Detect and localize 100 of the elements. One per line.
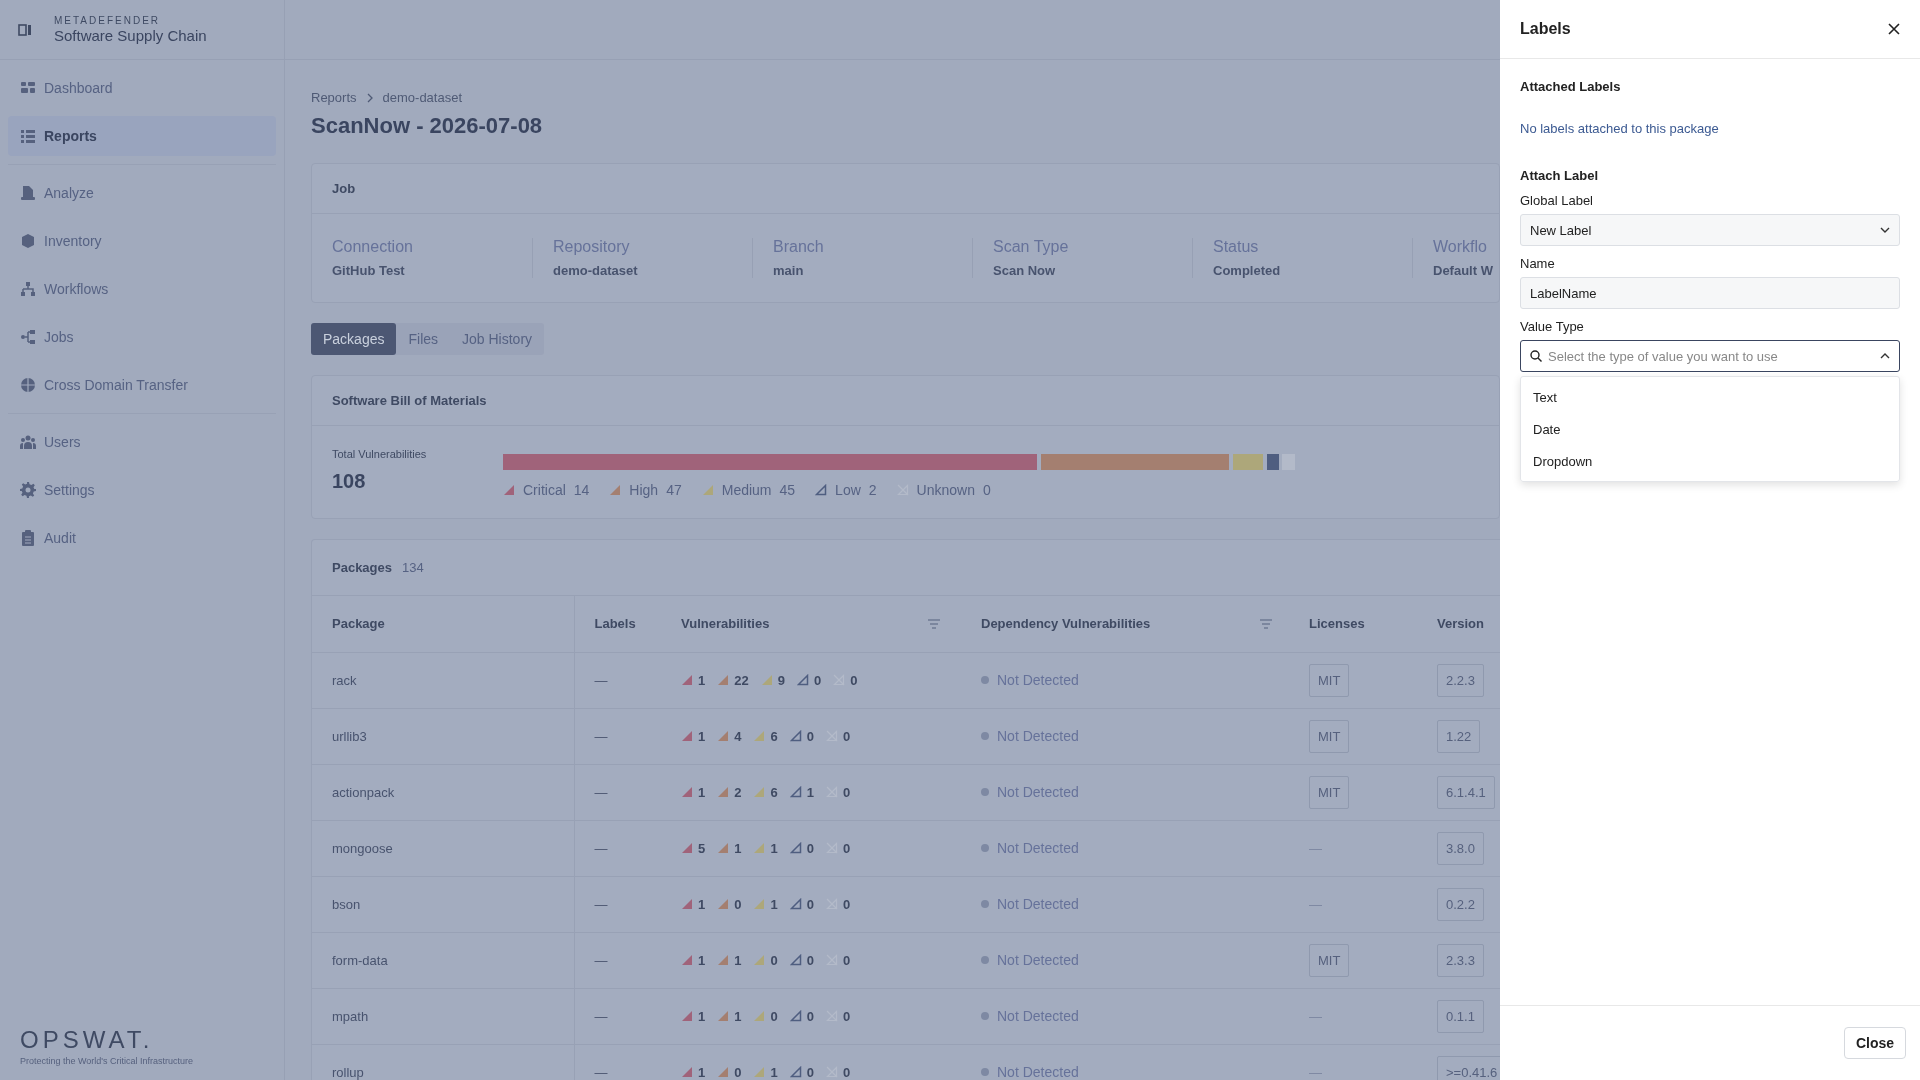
breadcrumb-link[interactable]: demo-dataset (382, 90, 463, 105)
vulnerability-count: 0 (842, 728, 851, 744)
settings-icon (20, 482, 36, 498)
triangle-icon (681, 1066, 693, 1078)
vulnerability-count: 0 (806, 1064, 814, 1080)
column-header: Licenses (1309, 616, 1365, 632)
vulnerability-count: 0 (806, 1008, 814, 1024)
legend-count: 14 (573, 482, 590, 498)
status-text: Not Detected (997, 952, 1079, 968)
status-text: Not Detected (997, 672, 1079, 688)
field-label: Name (1520, 256, 1556, 271)
sidebar-item[interactable]: Dashboard (8, 68, 276, 108)
triangle-icon (753, 1010, 766, 1022)
table-cell: mongoose (312, 820, 574, 876)
dashboard-icon (20, 80, 36, 96)
table-cell: — (1309, 896, 1322, 912)
card-title: Job (312, 164, 1499, 214)
tab[interactable]: Job History (450, 323, 545, 355)
input-field[interactable]: LabelName (1520, 277, 1900, 309)
vulnerability-count: 0 (842, 784, 851, 800)
menu-item[interactable]: Text (1521, 381, 1899, 413)
sidebar-item[interactable]: Jobs (8, 317, 276, 357)
vulnerability-count: 1 (698, 1064, 706, 1080)
vulnerability-count: 0 (734, 1064, 742, 1080)
table-cell: — (574, 820, 661, 876)
close-icon[interactable] (1888, 23, 1900, 35)
vulnerability-count: 5 (698, 840, 706, 856)
triangle-icon (796, 674, 809, 686)
version-tag: 0.1.1 (1437, 999, 1484, 1033)
count-label: 134 (402, 560, 424, 575)
vulnerability-count: 1 (734, 952, 742, 968)
tab[interactable]: Packages (311, 323, 397, 355)
breadcrumb-link[interactable]: Reports (311, 90, 357, 105)
tab[interactable]: Files (396, 323, 451, 355)
triangle-icon (717, 674, 730, 686)
table-cell: — (574, 1044, 661, 1080)
company-logo: OPSWAT. (20, 1026, 155, 1054)
sidebar-item[interactable]: Workflows (8, 269, 276, 309)
section-title: Attached Labels (1520, 79, 1622, 94)
chevron-down-icon (1880, 227, 1890, 233)
menu-item[interactable]: Date (1521, 413, 1899, 445)
status-dot (981, 900, 989, 908)
dropdown[interactable]: New Label (1520, 214, 1900, 246)
close-button[interactable]: Close (1843, 1027, 1906, 1059)
panel-toggle-icon[interactable] (18, 22, 32, 37)
table-cell: — (574, 932, 661, 988)
sidebar-item[interactable]: Settings (8, 470, 276, 510)
vulnerability-count: 0 (806, 728, 814, 744)
status-dot (981, 732, 989, 740)
triangle-icon (717, 730, 730, 742)
triangle-icon (753, 786, 766, 798)
license-tag: MIT (1309, 943, 1350, 977)
sidebar-item[interactable]: Inventory (8, 221, 276, 261)
legend-count: 45 (779, 482, 796, 498)
panel-title: Labels (1520, 20, 1571, 38)
search-input[interactable]: Select the type of value you want to use (1548, 348, 1874, 364)
triangle-icon (753, 1066, 766, 1078)
column-header: Vulnerabilities (681, 616, 770, 632)
sidebar-item[interactable]: Analyze (8, 173, 276, 213)
version-tag: 1.22 (1437, 719, 1481, 753)
triangle-icon (681, 898, 693, 910)
table-cell: bson (312, 876, 574, 932)
field-value: Scan Now (993, 263, 1057, 278)
status-dot (981, 1068, 989, 1076)
sidebar-item[interactable]: Users (8, 422, 276, 462)
vulnerability-count: 0 (813, 672, 822, 688)
vulnerability-count: 1 (734, 840, 742, 856)
triangle-icon (681, 674, 693, 686)
sidebar-item[interactable]: Cross Domain Transfer (8, 365, 276, 405)
license-tag: MIT (1309, 719, 1350, 753)
table-cell: form-data (312, 932, 574, 988)
search-field[interactable]: Select the type of value you want to use (1520, 340, 1900, 372)
legend-label: High (629, 482, 659, 498)
legend-count: 47 (666, 482, 682, 498)
status-text: Not Detected (997, 840, 1079, 856)
vulnerability-count: 1 (698, 952, 706, 968)
chevron-up-icon[interactable] (1880, 353, 1890, 359)
vulnerability-count: 0 (842, 896, 851, 912)
field-value: GitHub Test (332, 263, 406, 278)
field-value: main (773, 263, 805, 278)
status-text: Not Detected (997, 784, 1079, 800)
sidebar-item[interactable]: Audit (8, 518, 276, 558)
vulnerability-count: 1 (770, 1064, 778, 1080)
total-label: Total Vulnerabilities (332, 448, 428, 460)
vulnerability-count: 1 (770, 840, 778, 856)
sidebar-item[interactable]: Reports (8, 116, 276, 156)
card-title: Software Bill of Materials (312, 376, 1499, 426)
version-tag: 6.1.4.1 (1437, 775, 1495, 809)
triangle-icon (789, 730, 802, 742)
menu-item[interactable]: Dropdown (1521, 445, 1899, 477)
table-cell: rack (312, 652, 574, 708)
status-dot (981, 676, 989, 684)
vulnerability-count: 6 (770, 728, 778, 744)
triangle-icon (681, 842, 693, 854)
triangle-icon (753, 842, 766, 854)
triangle-icon (789, 954, 802, 966)
table-cell: rollup (312, 1044, 574, 1080)
hierarchy-icon (20, 281, 36, 297)
vulnerability-count: 1 (698, 728, 706, 744)
legend-count: 2 (868, 482, 877, 498)
